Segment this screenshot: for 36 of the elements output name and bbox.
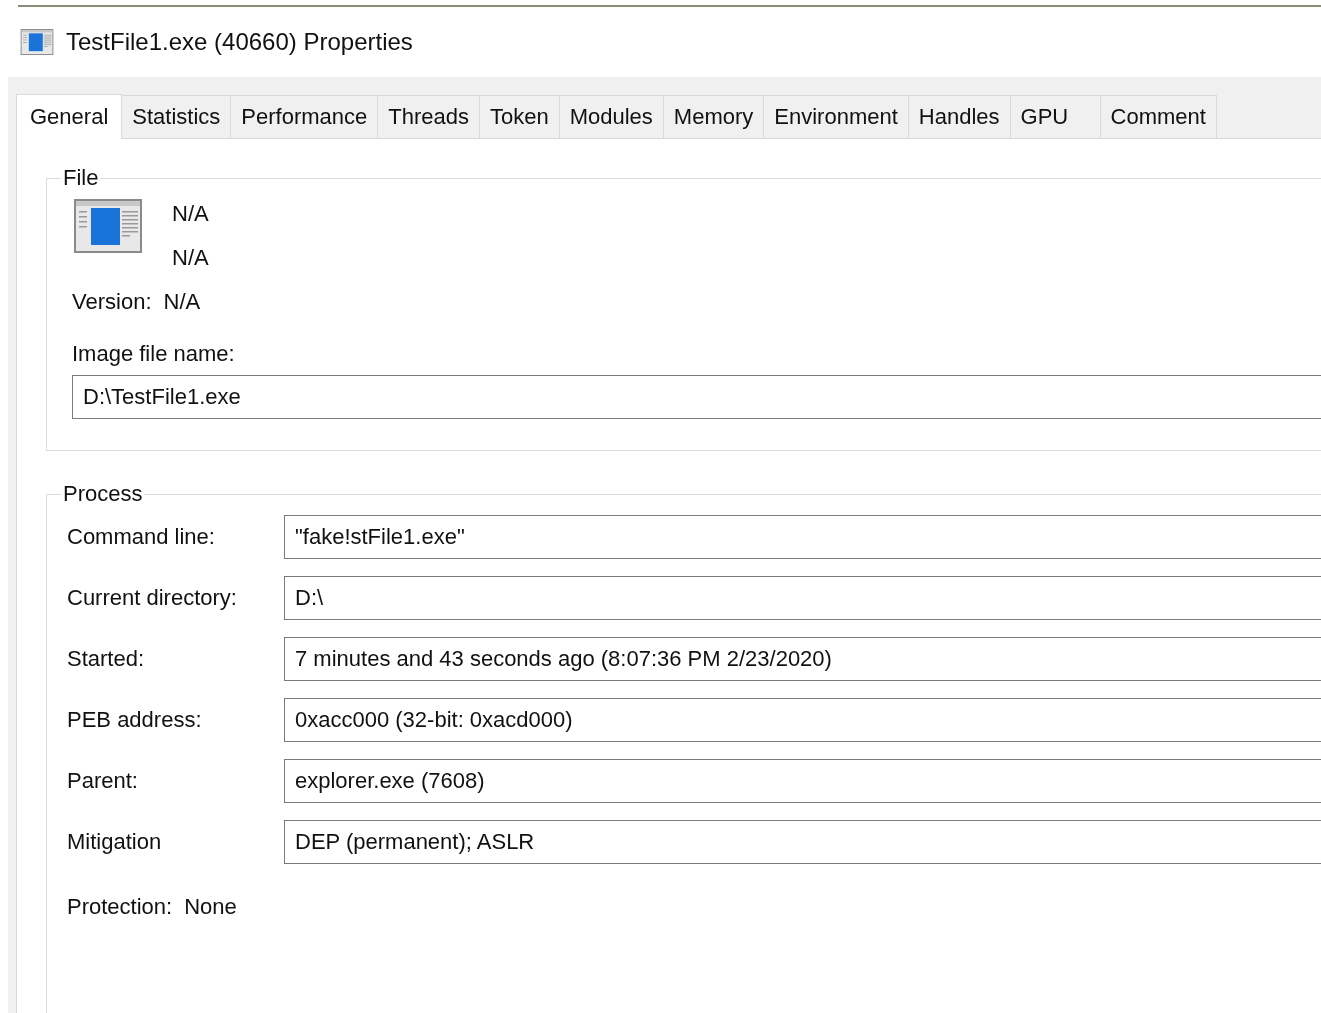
tab[interactable]: Memory (663, 95, 765, 138)
field-label: Parent: (67, 768, 139, 794)
field-label: PEB address: (67, 707, 203, 733)
window-icon (20, 29, 54, 55)
field-label: Current directory: (67, 585, 238, 611)
window-title: TestFile1.exe (40660) Properties (66, 28, 413, 56)
tab[interactable]: Environment (764, 95, 909, 138)
text-field[interactable]: DEP (permanent); ASLR (284, 820, 1321, 864)
field-label: Image file name: (72, 341, 235, 366)
tab[interactable]: Handles (908, 95, 1011, 138)
field-value: None (184, 894, 237, 920)
text-field[interactable]: D:\TestFile1.exe (72, 375, 1321, 419)
info-text: N/A (172, 245, 209, 271)
text-field[interactable]: explorer.exe (7608) (284, 759, 1321, 803)
text-field[interactable]: D:\ (284, 576, 1321, 620)
group-title: Process (62, 481, 144, 507)
tab[interactable]: GPU (1010, 95, 1101, 138)
field-label: Command line: (67, 524, 216, 550)
field-label: Protection: (67, 894, 173, 920)
tab[interactable]: Token (480, 95, 560, 138)
tab[interactable]: Comment (1100, 95, 1217, 138)
text-field[interactable]: "fake!stFile1.exe" (284, 515, 1321, 559)
info-text: N/A (172, 201, 209, 227)
field-label: Version: (72, 289, 152, 315)
text-field[interactable]: 7 minutes and 43 seconds ago (8:07:36 PM 2/23/2020) (284, 637, 1321, 681)
group-title: File (62, 165, 100, 191)
tab[interactable]: General (16, 94, 123, 139)
window-icon (74, 199, 142, 253)
field-label: Started: (67, 646, 146, 672)
text-field[interactable]: 0xacc000 (32-bit: 0xacd000) (284, 698, 1321, 742)
tab[interactable]: Performance (231, 95, 379, 138)
tab[interactable]: Statistics (122, 95, 232, 138)
tab[interactable]: Modules (559, 95, 664, 138)
field-value: N/A (163, 289, 201, 315)
field-label: Mitigation (67, 829, 163, 855)
tab[interactable]: Threads (378, 95, 480, 138)
